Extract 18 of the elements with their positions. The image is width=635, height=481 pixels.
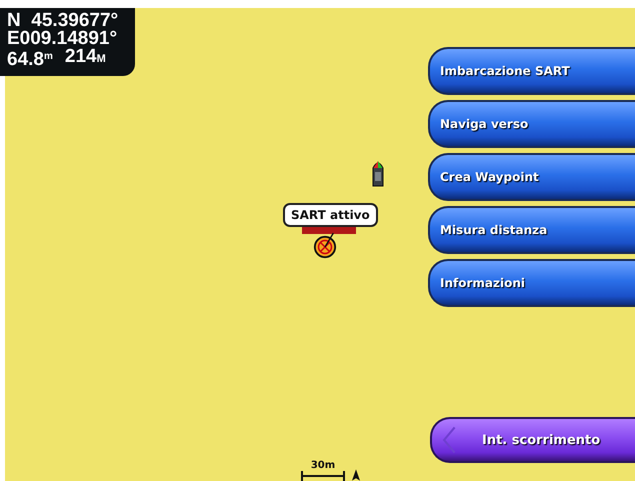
marker-callout: SART attivo — [283, 203, 378, 227]
scale-bar — [301, 471, 345, 481]
menu-button[interactable]: Imbarcazione SART — [428, 47, 635, 95]
menu-button[interactable]: Crea Waypoint — [428, 153, 635, 201]
vessel-id-label — [302, 227, 356, 234]
scroll-button[interactable]: Int. scorrimento — [430, 417, 635, 463]
menu-button[interactable]: Naviga verso — [428, 100, 635, 148]
back-chevron-icon — [442, 424, 456, 456]
scale-label: 30m — [310, 460, 336, 471]
menu-button[interactable]: Informazioni — [428, 259, 635, 307]
boat-icon[interactable] — [372, 160, 384, 188]
longitude-text: E009.14891° — [7, 30, 118, 48]
north-arrow-icon — [352, 469, 360, 481]
sart-target-icon[interactable] — [313, 235, 337, 259]
heading-text: 214M — [64, 48, 106, 69]
menu-button[interactable]: Misura distanza — [428, 206, 635, 254]
accuracy-text: 64.8$^{m}$ — [7, 48, 53, 69]
latitude-text: N 45.39677° — [7, 12, 120, 30]
